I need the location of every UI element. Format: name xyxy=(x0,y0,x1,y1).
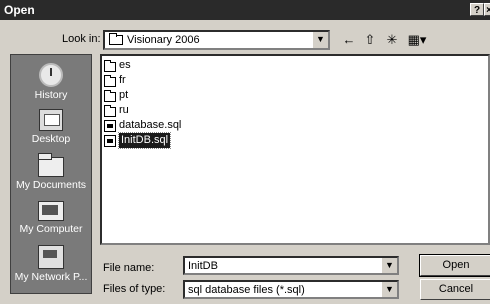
places-item-label: My Computer xyxy=(19,223,83,235)
title-bar: Open ? × xyxy=(0,0,490,20)
look-in-label: Look in: xyxy=(62,33,101,45)
chevron-down-icon[interactable] xyxy=(312,32,328,48)
open-button[interactable]: Open xyxy=(419,254,490,277)
help-button[interactable]: ? xyxy=(470,3,484,16)
chevron-down-icon[interactable] xyxy=(381,258,397,273)
folder-icon xyxy=(104,104,116,117)
window-title: Open xyxy=(4,3,35,17)
folder-icon xyxy=(104,89,116,102)
close-button[interactable]: × xyxy=(484,3,490,16)
file-type-dropdown[interactable]: sql database files (*.sql) xyxy=(183,280,399,299)
list-item[interactable]: es xyxy=(104,58,131,73)
file-type-label: Files of type: xyxy=(103,283,166,295)
places-bar: History Desktop My Documents My Computer… xyxy=(10,54,92,294)
file-name-input[interactable]: InitDB xyxy=(183,256,399,275)
places-item-my-computer[interactable]: My Computer xyxy=(11,201,91,235)
look-in-dropdown[interactable]: Visionary 2006 xyxy=(103,30,330,50)
places-item-my-network-places[interactable]: My Network P... xyxy=(11,245,91,283)
folder-icon xyxy=(109,33,123,45)
file-name-label: File name: xyxy=(103,262,155,274)
list-item-selected[interactable]: InitDB.sql xyxy=(104,132,172,149)
my-network-places-icon xyxy=(38,245,64,269)
places-item-label: My Network P... xyxy=(14,271,88,283)
chevron-down-icon[interactable] xyxy=(381,282,397,297)
places-item-history[interactable]: History xyxy=(11,63,91,101)
list-item[interactable]: ru xyxy=(104,103,129,118)
new-folder-icon[interactable]: ✳ xyxy=(383,32,401,48)
folder-icon xyxy=(104,74,116,87)
sql-file-icon xyxy=(104,119,116,132)
file-name-value: InitDB xyxy=(188,260,218,272)
back-icon[interactable]: ← xyxy=(340,32,358,48)
places-item-desktop[interactable]: Desktop xyxy=(11,109,91,145)
places-item-label: History xyxy=(34,89,68,101)
list-item[interactable]: pt xyxy=(104,88,128,103)
list-item[interactable]: fr xyxy=(104,73,126,88)
my-computer-icon xyxy=(38,201,64,221)
my-documents-icon xyxy=(38,153,64,177)
places-item-my-documents[interactable]: My Documents xyxy=(11,153,91,191)
history-icon xyxy=(39,63,63,87)
places-item-label: My Documents xyxy=(15,179,87,191)
look-in-value: Visionary 2006 xyxy=(127,34,200,46)
places-item-label: Desktop xyxy=(31,133,71,145)
file-list[interactable]: es fr pt ru database.sql InitDB.sql xyxy=(100,54,490,245)
view-menu-icon[interactable]: ▦▾ xyxy=(405,32,429,48)
list-item[interactable]: database.sql xyxy=(104,118,181,133)
cancel-button[interactable]: Cancel xyxy=(420,279,490,300)
sql-file-icon xyxy=(104,134,116,147)
file-type-value: sql database files (*.sql) xyxy=(188,284,305,296)
folder-icon xyxy=(104,59,116,72)
desktop-icon xyxy=(39,109,63,131)
up-one-level-icon[interactable]: ⇧ xyxy=(361,32,379,48)
